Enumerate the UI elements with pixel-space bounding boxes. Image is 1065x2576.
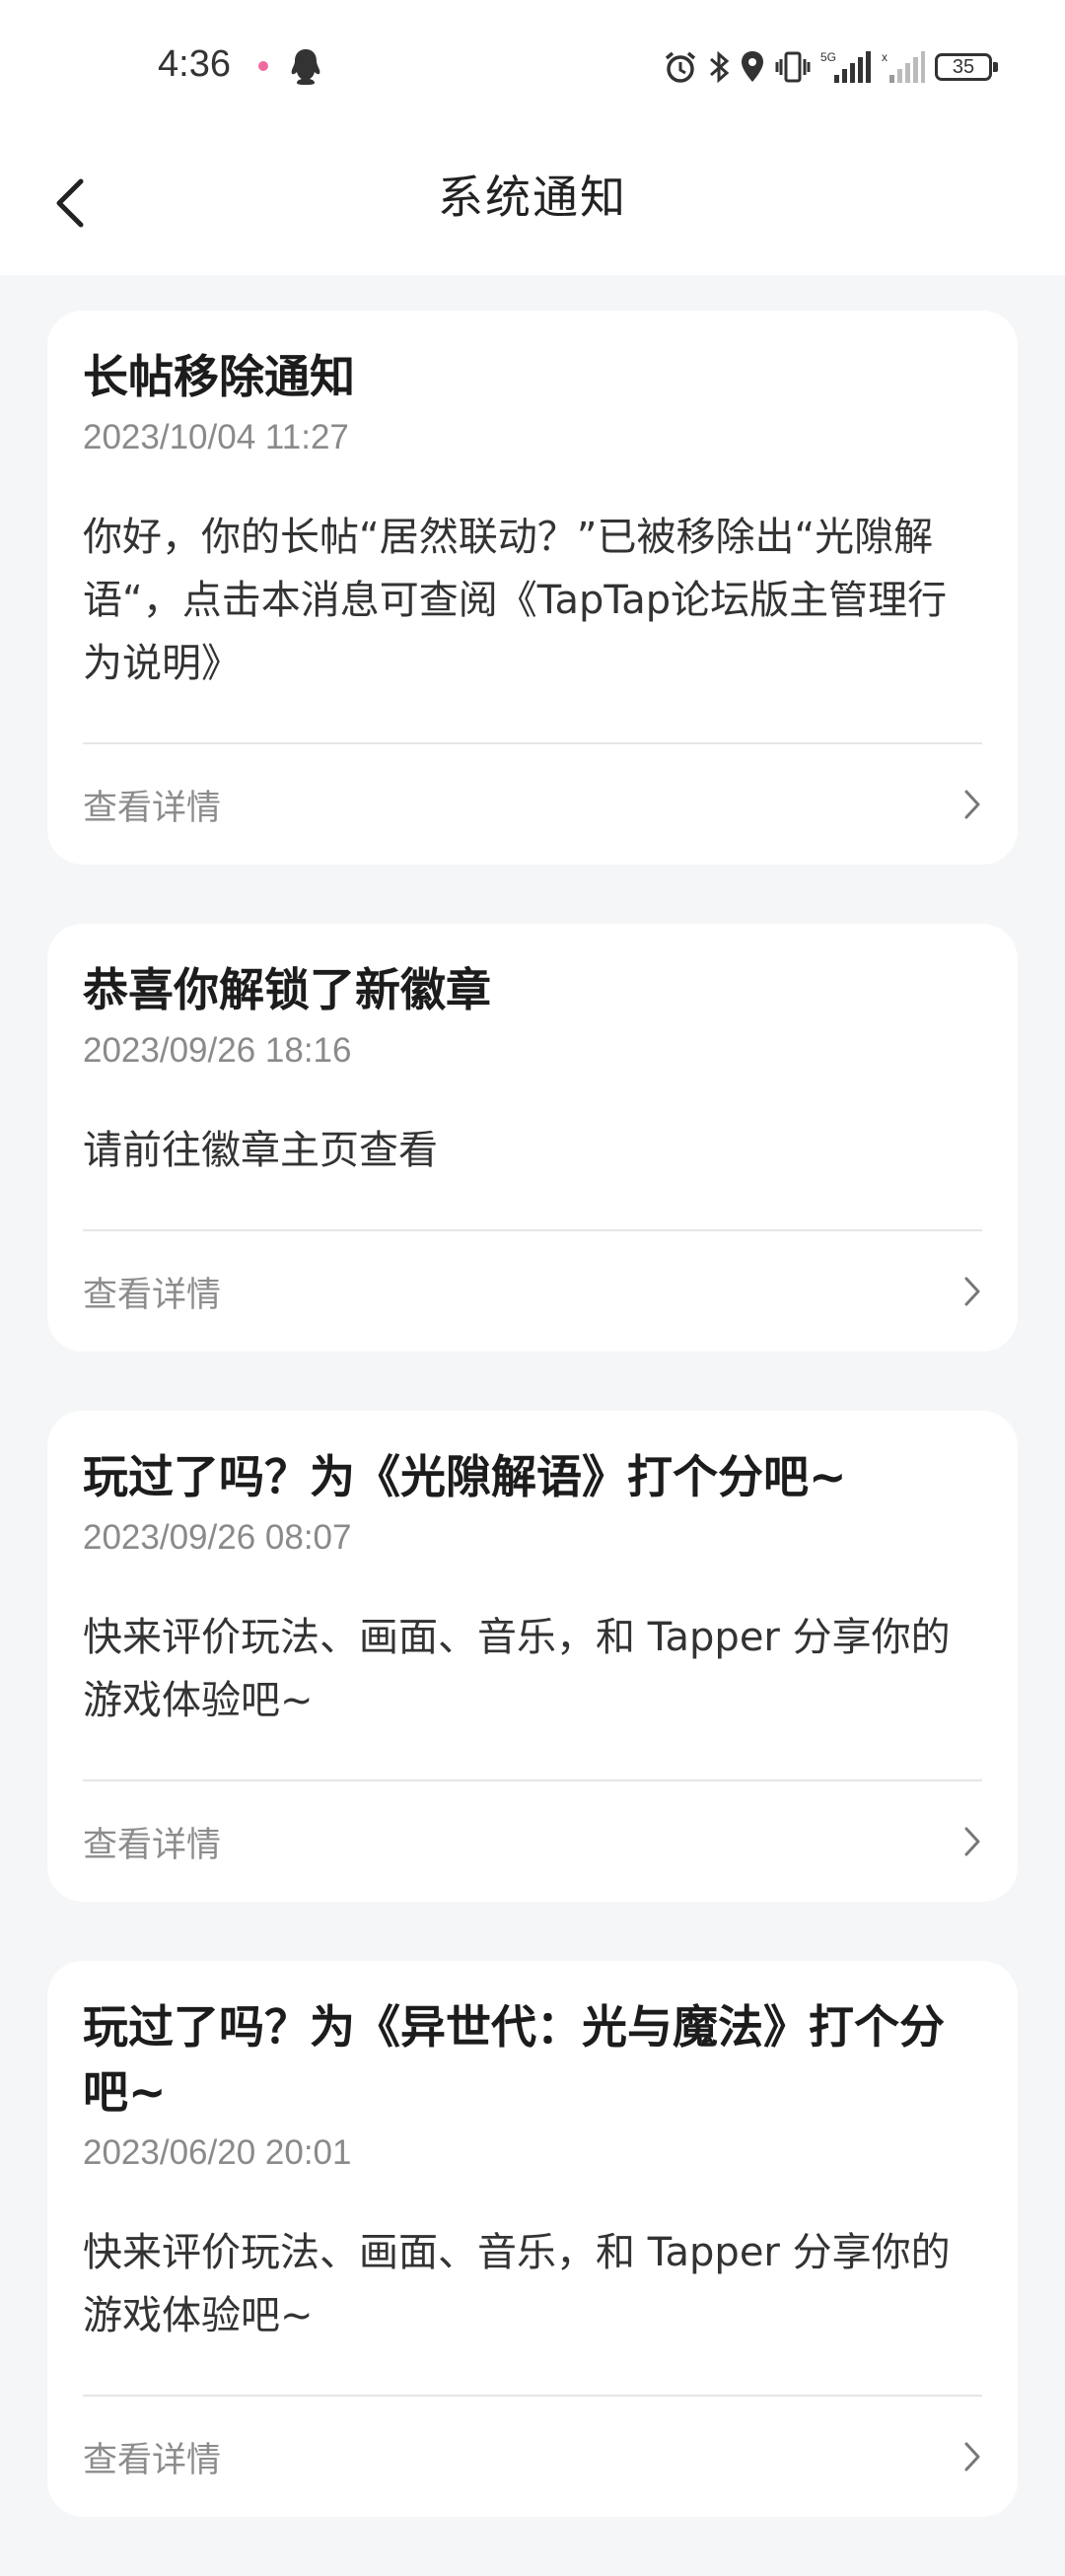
view-details-button[interactable]: 查看详情 <box>83 744 982 865</box>
notification-time: 2023/06/20 20:01 <box>83 2133 352 2172</box>
battery-icon: 35 <box>935 53 998 81</box>
chevron-right-icon <box>962 788 982 821</box>
qq-icon <box>288 47 323 87</box>
chevron-right-icon <box>962 1275 982 1308</box>
notification-dot-icon <box>258 61 268 71</box>
notification-time: 2023/10/04 11:27 <box>83 418 349 456</box>
notification-time: 2023/09/26 08:07 <box>83 1518 352 1557</box>
notification-title: 长帖移除通知 <box>83 350 355 403</box>
notification-list: 长帖移除通知 2023/10/04 11:27 你好，你的长帖“居然联动？”已被… <box>47 311 1018 2576</box>
view-details-button[interactable]: 查看详情 <box>83 1781 982 1902</box>
alarm-icon <box>665 51 696 83</box>
status-icons: 5G x 35 <box>663 45 998 89</box>
view-details-label: 查看详情 <box>83 2440 222 2480</box>
view-details-button[interactable]: 查看详情 <box>83 2397 982 2517</box>
bluetooth-icon <box>710 50 730 84</box>
view-details-label: 查看详情 <box>83 788 222 828</box>
view-details-label: 查看详情 <box>83 1825 222 1865</box>
notification-title: 玩过了吗？为《异世代：光与魔法》打个分吧~ <box>83 2000 945 2119</box>
notification-title: 恭喜你解锁了新徽章 <box>83 963 491 1016</box>
notification-body: 请前往徽章主页查看 <box>83 1128 438 1173</box>
vibrate-icon <box>775 51 811 83</box>
notification-body: 快来评价玩法、画面、音乐，和 Tapper 分享你的游戏体验吧~ <box>83 2230 951 2338</box>
status-time: 4:36 <box>158 43 231 85</box>
header: 系统通知 <box>0 134 1065 275</box>
svg-text:x: x <box>882 50 888 64</box>
view-details-button[interactable]: 查看详情 <box>83 1231 982 1352</box>
notification-card[interactable]: 恭喜你解锁了新徽章 2023/09/26 18:16 请前往徽章主页查看 查看详… <box>47 924 1018 1352</box>
page-title: 系统通知 <box>438 171 627 224</box>
notification-body: 你好，你的长帖“居然联动？”已被移除出“光隙解语“，点击本消息可查阅《TapTa… <box>83 515 948 686</box>
notification-card[interactable]: 玩过了吗？为《光隙解语》打个分吧~ 2023/09/26 08:07 快来评价玩… <box>47 1411 1018 1902</box>
signal-5g-icon: 5G <box>820 50 871 83</box>
notification-card[interactable]: 长帖移除通知 2023/10/04 11:27 你好，你的长帖“居然联动？”已被… <box>47 311 1018 865</box>
notification-title: 玩过了吗？为《光隙解语》打个分吧~ <box>83 1450 847 1503</box>
notification-time: 2023/09/26 18:16 <box>83 1031 352 1070</box>
svg-text:5G: 5G <box>820 50 836 64</box>
notification-card[interactable]: 玩过了吗？为《异世代：光与魔法》打个分吧~ 2023/06/20 20:01 快… <box>47 1961 1018 2517</box>
location-icon <box>742 51 763 82</box>
notification-body: 快来评价玩法、画面、音乐，和 Tapper 分享你的游戏体验吧~ <box>83 1615 951 1723</box>
status-bar: 4:36 5G x 35 <box>0 0 1065 134</box>
signal-weak-icon: x <box>882 50 925 83</box>
chevron-right-icon <box>962 2440 982 2473</box>
view-details-label: 查看详情 <box>83 1275 222 1315</box>
chevron-right-icon <box>962 1825 982 1858</box>
